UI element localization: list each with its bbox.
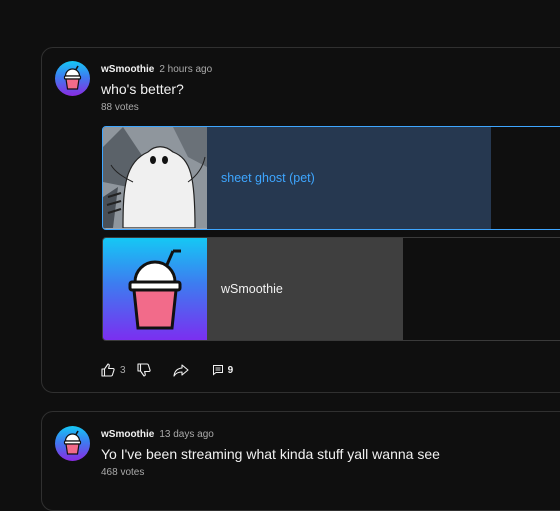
post-time[interactable]: 2 hours ago bbox=[159, 64, 212, 75]
community-post: wSmoothie 2 hours ago who's better? 88 vo… bbox=[41, 47, 560, 393]
poll-option-1[interactable]: sheet ghost (pet) bbox=[102, 126, 560, 230]
post-time[interactable]: 13 days ago bbox=[159, 429, 214, 440]
vote-count: 88 votes bbox=[101, 102, 139, 113]
like-count: 3 bbox=[120, 364, 126, 376]
channel-avatar[interactable] bbox=[55, 61, 90, 96]
dislike-button[interactable] bbox=[136, 362, 152, 378]
post-title: who's better? bbox=[101, 81, 184, 97]
channel-avatar[interactable] bbox=[55, 426, 90, 461]
author-name[interactable]: wSmoothie bbox=[101, 429, 154, 440]
share-button[interactable] bbox=[172, 362, 190, 378]
post-meta: wSmoothie 2 hours ago bbox=[101, 64, 212, 75]
author-name[interactable]: wSmoothie bbox=[101, 64, 154, 75]
poll-option-2[interactable]: wSmoothie bbox=[102, 237, 560, 341]
comment-count: 9 bbox=[227, 364, 234, 376]
community-post: wSmoothie 13 days ago Yo I've been stream… bbox=[41, 411, 560, 511]
smoothie-logo-icon bbox=[63, 430, 82, 455]
poll-option-2-image bbox=[103, 238, 207, 340]
poll-option-1-label: sheet ghost (pet) bbox=[221, 171, 315, 185]
comment-icon bbox=[212, 365, 223, 376]
vote-count: 468 votes bbox=[101, 467, 145, 478]
smoothie-logo-icon bbox=[128, 249, 182, 330]
post-actions: 3 9 bbox=[100, 361, 233, 379]
post-meta: wSmoothie 13 days ago bbox=[101, 429, 214, 440]
post-title: Yo I've been streaming what kinda stuff … bbox=[101, 446, 440, 462]
like-button[interactable]: 3 bbox=[100, 362, 126, 378]
dislike-icon bbox=[137, 363, 151, 377]
comments-button[interactable]: 9 bbox=[212, 364, 234, 376]
like-icon bbox=[101, 363, 115, 377]
poll-option-2-label: wSmoothie bbox=[221, 282, 283, 296]
poll-option-1-image bbox=[103, 127, 207, 229]
smoothie-logo-icon bbox=[63, 65, 82, 90]
share-icon bbox=[173, 364, 189, 377]
